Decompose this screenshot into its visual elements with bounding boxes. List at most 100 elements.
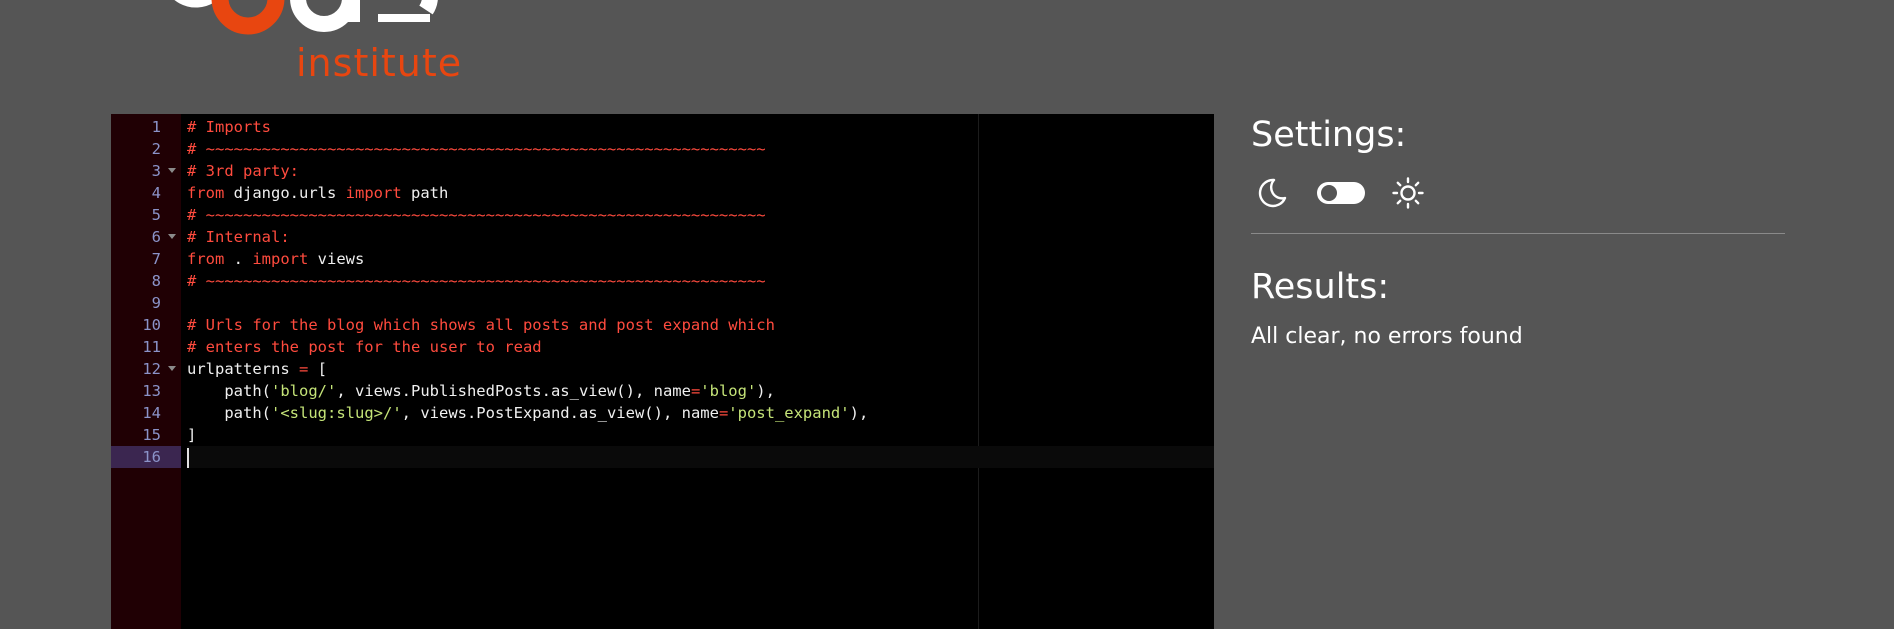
line-number: 4 [151, 184, 161, 202]
code-token-comment: # Internal: [187, 228, 290, 246]
code-token-string: 'blog' [700, 382, 757, 400]
code-token-plain: django.urls [224, 184, 346, 202]
code-token-plain: [ [308, 360, 327, 378]
code-line-content[interactable]: ] [187, 424, 1214, 446]
fold-arrow-icon[interactable] [168, 366, 176, 371]
settings-heading: Settings: [1251, 115, 1407, 155]
code-line-content[interactable]: # enters the post for the user to read [187, 336, 1214, 358]
line-number: 1 [151, 118, 161, 136]
line-number-cell: 6 [111, 226, 181, 248]
code-token-plain: , views.PublishedPosts.as_view(), name [336, 382, 691, 400]
code-token-keyword: from [187, 184, 225, 202]
code-line[interactable]: 2 # ~~~~~~~~~~~~~~~~~~~~~~~~~~~~~~~~~~~~~… [111, 138, 1214, 160]
line-number-cell: 7 [111, 248, 181, 270]
code-token-plain: views [308, 250, 365, 268]
page: institute 1 # Imports 2 # ~~~~~~~~~~~~~~~~~… [0, 0, 1894, 629]
code-line-content[interactable]: # 3rd party: [187, 160, 1214, 182]
code-token-comment: # Urls for the blog which shows all post… [187, 316, 775, 334]
code-token-plain: ), [849, 404, 869, 422]
code-line-content[interactable]: # Imports [187, 116, 1214, 138]
code-token-operator: = [690, 382, 701, 400]
panel-divider [1251, 233, 1785, 234]
code-line[interactable]: 13 path('blog/', views.PublishedPosts.as… [111, 380, 1214, 402]
line-number-cell: 9 [111, 292, 181, 314]
code-line[interactable]: 8 # ~~~~~~~~~~~~~~~~~~~~~~~~~~~~~~~~~~~~~… [111, 270, 1214, 292]
code-line-content[interactable]: from django.urls import path [187, 182, 1214, 204]
code-line[interactable]: 9 [111, 292, 1214, 314]
results-message: All clear, no errors found [1251, 324, 1523, 349]
code-line[interactable]: 6 # Internal: [111, 226, 1214, 248]
code-line[interactable]: 1 # Imports [111, 116, 1214, 138]
code-line[interactable]: 15] [111, 424, 1214, 446]
code-line-content[interactable]: urlpatterns = [ [187, 358, 1214, 380]
toggle-knob [1321, 185, 1337, 201]
code-line-content[interactable] [187, 446, 1214, 468]
line-number: 13 [142, 382, 161, 400]
code-line-content[interactable]: path('<slug:slug>/', views.PostExpand.as… [187, 402, 1214, 424]
line-number-cell: 10 [111, 314, 181, 336]
code-line[interactable]: 14 path('<slug:slug>/', views.PostExpand… [111, 402, 1214, 424]
code-token-plain: path( [187, 404, 271, 422]
code-line[interactable]: 12 urlpatterns = [ [111, 358, 1214, 380]
code-line[interactable]: 7 from . import views [111, 248, 1214, 270]
code-token-string: '<slug:slug>/' [271, 404, 402, 422]
code-line[interactable]: 11 # enters the post for the user to read [111, 336, 1214, 358]
line-number-cell: 3 [111, 160, 181, 182]
code-token-operator: = [718, 404, 729, 422]
code-token-comment: # enters the post for the user to read [187, 338, 542, 356]
line-number: 5 [151, 206, 161, 224]
line-number: 10 [142, 316, 161, 334]
line-number: 8 [151, 272, 161, 290]
code-line-content[interactable] [187, 292, 1214, 314]
code-token-comment: # Imports [187, 118, 271, 136]
code-token-comment: # ~~~~~~~~~~~~~~~~~~~~~~~~~~~~~~~~~~~~~~… [187, 206, 766, 224]
code-token-plain: path [401, 184, 449, 202]
line-number-cell: 12 [111, 358, 181, 380]
code-token-string: 'blog/' [271, 382, 337, 400]
moon-icon[interactable] [1255, 176, 1289, 210]
code-line[interactable]: 3 # 3rd party: [111, 160, 1214, 182]
code-line[interactable]: 5 # ~~~~~~~~~~~~~~~~~~~~~~~~~~~~~~~~~~~~~… [111, 204, 1214, 226]
line-number: 7 [151, 250, 161, 268]
code-token-plain: . [224, 250, 253, 268]
code-line[interactable]: 16 [111, 446, 1214, 468]
sun-icon[interactable] [1391, 176, 1425, 210]
code-line-content[interactable]: # ~~~~~~~~~~~~~~~~~~~~~~~~~~~~~~~~~~~~~~… [187, 270, 1214, 292]
code-line[interactable]: 4 from django.urls import path [111, 182, 1214, 204]
code-line-content[interactable]: # ~~~~~~~~~~~~~~~~~~~~~~~~~~~~~~~~~~~~~~… [187, 204, 1214, 226]
results-heading: Results: [1251, 267, 1390, 307]
code-lines[interactable]: 1 # Imports 2 # ~~~~~~~~~~~~~~~~~~~~~~~~~~~… [111, 116, 1214, 468]
code-token-plain: ), [756, 382, 775, 400]
theme-toggle-row [1251, 174, 1451, 218]
line-number-cell: 14 [111, 402, 181, 424]
line-number: 9 [151, 294, 161, 312]
code-token-keyword: import [252, 250, 309, 268]
line-number: 15 [142, 426, 161, 444]
code-token-string: 'post_expand' [728, 404, 850, 422]
code-line-content[interactable]: from . import views [187, 248, 1214, 270]
code-line-content[interactable]: # ~~~~~~~~~~~~~~~~~~~~~~~~~~~~~~~~~~~~~~… [187, 138, 1214, 160]
fold-arrow-icon[interactable] [168, 234, 176, 239]
line-number-cell: 13 [111, 380, 181, 402]
line-number-cell: 5 [111, 204, 181, 226]
code-editor[interactable]: 1 # Imports 2 # ~~~~~~~~~~~~~~~~~~~~~~~~~~~… [111, 114, 1214, 629]
line-number-cell: 2 [111, 138, 181, 160]
line-number: 6 [151, 228, 161, 246]
line-number: 3 [151, 162, 161, 180]
line-number-cell: 15 [111, 424, 181, 446]
code-line-content[interactable]: # Internal: [187, 226, 1214, 248]
code-line[interactable]: 10 # Urls for the blog which shows all po… [111, 314, 1214, 336]
line-number-cell: 1 [111, 116, 181, 138]
line-number: 11 [142, 338, 161, 356]
code-token-keyword: from [187, 250, 225, 268]
line-number: 2 [151, 140, 161, 158]
line-number-cell: 4 [111, 182, 181, 204]
line-number-cell: 11 [111, 336, 181, 358]
code-token-comment: # ~~~~~~~~~~~~~~~~~~~~~~~~~~~~~~~~~~~~~~… [187, 272, 766, 290]
code-line-content[interactable]: # Urls for the blog which shows all post… [187, 314, 1214, 336]
code-token-operator: = [298, 360, 309, 378]
theme-toggle-switch[interactable] [1317, 182, 1365, 204]
code-line-content[interactable]: path('blog/', views.PublishedPosts.as_vi… [187, 380, 1214, 402]
line-number-cell: 16 [111, 446, 181, 468]
fold-arrow-icon[interactable] [168, 168, 176, 173]
